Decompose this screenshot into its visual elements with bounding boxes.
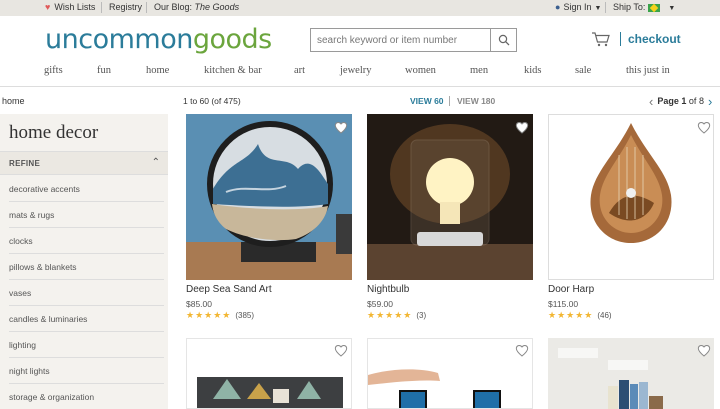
product-image[interactable] xyxy=(186,114,352,280)
utility-bar: ♥ Wish Lists Registry Our Blog: The Goods… xyxy=(0,0,720,16)
search-icon xyxy=(498,34,509,46)
nav-men[interactable]: men xyxy=(470,65,488,76)
checkout-link[interactable]: checkout xyxy=(628,32,681,46)
site-logo[interactable]: uncommongoods xyxy=(45,24,272,55)
heart-icon[interactable] xyxy=(697,121,711,134)
product-image[interactable] xyxy=(367,338,533,409)
nav-this-just-in[interactable]: this just in xyxy=(626,65,670,76)
search-button[interactable] xyxy=(490,29,516,51)
result-count: 1 to 60 (of 475) xyxy=(183,96,241,106)
sidebar-item-vases[interactable]: vases xyxy=(9,280,164,306)
view-180-toggle[interactable]: VIEW 180 xyxy=(457,96,495,106)
search-box xyxy=(310,28,517,52)
nav-gifts[interactable]: gifts xyxy=(44,65,63,76)
registry-link[interactable]: Registry xyxy=(109,2,142,12)
category-title: home decor xyxy=(9,122,99,143)
product-image[interactable] xyxy=(367,114,533,280)
caret-down-icon: ▼ xyxy=(594,5,602,12)
divider xyxy=(449,96,450,106)
product-name[interactable]: Door Harp xyxy=(548,284,594,295)
product-price: $85.00 xyxy=(186,299,212,309)
nightbulb-image xyxy=(367,114,533,280)
cart-icon xyxy=(592,32,610,47)
pagination: ‹ Page 1 of 8 › xyxy=(649,94,713,109)
sidebar-item-decorative-accents[interactable]: decorative accents xyxy=(9,176,164,202)
divider xyxy=(0,86,720,87)
product-image[interactable] xyxy=(548,338,714,409)
cart-button[interactable] xyxy=(591,31,611,52)
sidebar-item-mats-rugs[interactable]: mats & rugs xyxy=(9,202,164,228)
view-60-toggle[interactable]: VIEW 60 xyxy=(410,96,444,106)
main-nav: gifts fun home kitchen & bar art jewelry… xyxy=(0,64,720,80)
ship-to-selector[interactable]: Ship To: ▼ xyxy=(613,2,675,12)
heart-icon[interactable] xyxy=(697,344,711,357)
light-cubes-image xyxy=(368,369,501,408)
caret-down-icon: ▼ xyxy=(668,5,676,12)
sidebar-item-candles-luminaries[interactable]: candles & luminaries xyxy=(9,306,164,332)
star-rating-icon: ★★★★★ xyxy=(548,310,594,320)
nav-kids[interactable]: kids xyxy=(524,65,542,76)
star-rating-icon: ★★★★★ xyxy=(367,310,413,320)
chevron-up-icon: ⌃ xyxy=(151,157,160,168)
heart-icon[interactable] xyxy=(515,344,529,357)
rug-image xyxy=(197,377,343,408)
nav-fun[interactable]: fun xyxy=(97,65,111,76)
product-image[interactable] xyxy=(186,338,352,409)
star-rating-icon: ★★★★★ xyxy=(186,310,232,320)
product-rating: ★★★★★ (46) xyxy=(548,310,612,320)
nav-kitchen-bar[interactable]: kitchen & bar xyxy=(204,65,262,76)
divider xyxy=(101,2,102,13)
product-name[interactable]: Nightbulb xyxy=(367,284,409,295)
blog-link[interactable]: Our Blog: The Goods xyxy=(154,2,239,12)
product-rating: ★★★★★ (3) xyxy=(367,310,427,320)
nav-home[interactable]: home xyxy=(146,65,169,76)
search-input[interactable] xyxy=(311,29,491,51)
sidebar-item-lighting[interactable]: lighting xyxy=(9,332,164,358)
heart-icon[interactable] xyxy=(334,344,348,357)
sand-art-image xyxy=(186,114,352,280)
nav-women[interactable]: women xyxy=(405,65,436,76)
sidebar-item-night-lights[interactable]: night lights xyxy=(9,358,164,384)
divider xyxy=(146,2,147,13)
nav-sale[interactable]: sale xyxy=(575,65,591,76)
user-icon: ● xyxy=(555,2,561,12)
door-harp-image xyxy=(590,123,672,243)
refine-list: decorative accents mats & rugs clocks pi… xyxy=(9,176,164,409)
brazil-flag-icon xyxy=(648,3,661,12)
heart-icon[interactable] xyxy=(334,121,348,134)
divider xyxy=(620,32,621,46)
nav-jewelry[interactable]: jewelry xyxy=(340,65,372,76)
product-image[interactable] xyxy=(548,114,714,280)
nav-art[interactable]: art xyxy=(294,65,305,76)
bookends-image xyxy=(548,338,714,409)
chevron-right-icon[interactable]: › xyxy=(708,94,712,109)
product-rating: ★★★★★ (385) xyxy=(186,310,255,320)
wish-lists-link[interactable]: ♥ Wish Lists xyxy=(45,2,95,12)
heart-icon: ♥ xyxy=(45,2,51,12)
sidebar-item-storage-organization[interactable]: storage & organization xyxy=(9,384,164,409)
divider xyxy=(605,2,606,13)
product-name[interactable]: Deep Sea Sand Art xyxy=(186,284,272,295)
heart-icon[interactable] xyxy=(515,121,529,134)
refine-toggle[interactable]: REFINE ⌃ xyxy=(0,151,168,175)
chevron-left-icon[interactable]: ‹ xyxy=(649,94,653,109)
sidebar-item-pillows-blankets[interactable]: pillows & blankets xyxy=(9,254,164,280)
sidebar-item-clocks[interactable]: clocks xyxy=(9,228,164,254)
sign-in-link[interactable]: ● Sign In ▼ xyxy=(555,2,601,12)
breadcrumb[interactable]: home xyxy=(2,96,25,106)
product-price: $59.00 xyxy=(367,299,393,309)
sidebar: home decor REFINE ⌃ decorative accents m… xyxy=(0,114,168,409)
product-price: $115.00 xyxy=(548,299,579,309)
